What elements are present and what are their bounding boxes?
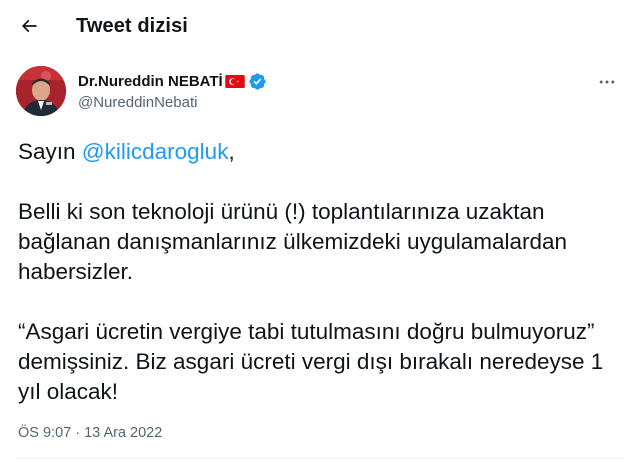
tweet-text: Sayın @kilicdarogluk, Belli ki son tekno… [18, 137, 628, 407]
verified-badge-icon [249, 72, 266, 90]
turkish-flag-icon [224, 74, 245, 88]
back-button[interactable] [12, 9, 46, 43]
tweet-timestamp[interactable]: ÖS 9:07 · 13 Ara 2022 [18, 425, 162, 441]
more-horizontal-icon [599, 80, 615, 84]
avatar-image [16, 66, 66, 116]
arrow-left-icon [21, 19, 37, 33]
avatar[interactable] [16, 66, 66, 116]
top-bar: Tweet dizisi [0, 0, 640, 54]
more-options-button[interactable] [592, 72, 622, 92]
tweet-greeting: Sayın @kilicdarogluk, [18, 137, 628, 167]
tweet-paragraph-2: Belli ki son teknoloji ürünü (!) toplant… [18, 199, 568, 284]
greeting-text: Sayın [18, 139, 82, 164]
page-title: Tweet dizisi [76, 15, 188, 37]
divider [16, 458, 624, 459]
name-row: Dr.Nureddin NEBATİ [78, 71, 267, 91]
author-handle[interactable]: @NureddinNebati [78, 94, 197, 111]
tweet-paragraph-3: “Asgari ücretin vergiye tabi tutulmasını… [18, 319, 604, 404]
tweet-author-row: Dr.Nureddin NEBATİ @NureddinNebati [16, 66, 624, 122]
mention-link[interactable]: @kilicdarogluk [82, 139, 229, 164]
author-display-name[interactable]: Dr.Nureddin NEBATİ [78, 73, 223, 90]
greeting-end-text: , [228, 139, 235, 164]
